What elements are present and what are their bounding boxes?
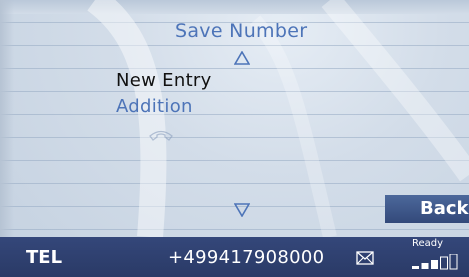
scroll-down-icon[interactable] [233, 202, 251, 221]
envelope-icon[interactable] [356, 250, 374, 269]
scroll-up-icon[interactable] [233, 50, 251, 69]
signal-bar [421, 263, 429, 269]
mode-label: TEL [26, 247, 63, 268]
signal-bar [412, 266, 419, 269]
status-text: Ready [412, 238, 444, 249]
phone-handset-icon [148, 128, 174, 148]
display-screen: Save Number New Entry Addition Back [0, 0, 469, 277]
back-button[interactable]: Back [385, 195, 469, 223]
signal-bar [440, 256, 448, 270]
menu-item-addition[interactable]: Addition [116, 96, 193, 117]
status-bar: TEL +499417908000 Ready [0, 237, 469, 277]
signal-strength-icon [411, 253, 459, 274]
menu-item-new-entry[interactable]: New Entry [116, 70, 212, 91]
screen-title: Save Number [175, 20, 308, 42]
phone-number: +499417908000 [168, 247, 325, 268]
signal-bar [449, 253, 458, 270]
signal-bar [431, 260, 438, 269]
